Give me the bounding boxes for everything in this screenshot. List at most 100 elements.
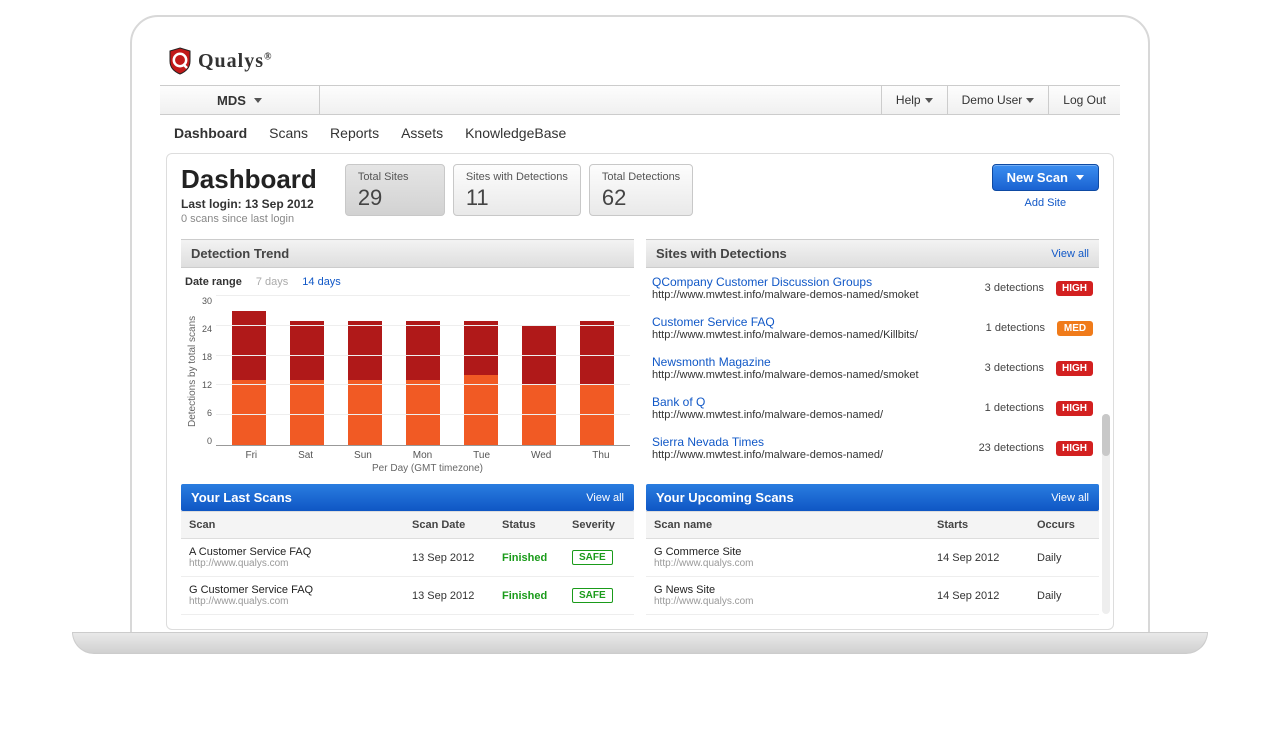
bar-sat[interactable] [290,296,324,445]
detection-site-link[interactable]: Customer Service FAQ [652,315,974,329]
detection-site-link[interactable]: Sierra Nevada Times [652,435,967,449]
logout-link[interactable]: Log Out [1048,86,1120,114]
detection-row: Customer Service FAQhttp://www.mwtest.in… [646,308,1099,348]
user-menu[interactable]: Demo User [947,86,1049,114]
panel-header: Your Last Scans View all [181,484,634,511]
last-scans-panel: Your Last Scans View all Scan Scan Date … [181,484,634,615]
table-row[interactable]: A Customer Service FAQhttp://www.qualys.… [181,539,634,577]
table-row[interactable]: G News Sitehttp://www.qualys.com14 Sep 2… [646,577,1099,615]
stat-value: 11 [466,185,568,211]
app-screen: Qualys® MDS Help Demo User Log Out Dashb… [160,45,1120,630]
col-occurs: Occurs [1029,512,1099,538]
date-range-selector: Date range 7 days 14 days [181,268,634,292]
detection-trend-panel: Detection Trend Date range 7 days 14 day… [181,239,634,474]
detection-url: http://www.mwtest.info/malware-demos-nam… [652,369,973,381]
stat-cards: Total Sites29Sites with Detections11Tota… [345,164,693,216]
scan-starts: 14 Sep 2012 [929,583,1029,609]
tab-dashboard[interactable]: Dashboard [174,125,247,141]
stat-card[interactable]: Total Detections62 [589,164,693,216]
range-14-days[interactable]: 14 days [302,276,341,288]
view-all-link[interactable]: View all [586,492,624,504]
detection-row: Bank of Qhttp://www.mwtest.info/malware-… [646,388,1099,428]
detection-url: http://www.mwtest.info/malware-demos-nam… [652,289,973,301]
upper-panels: Detection Trend Date range 7 days 14 day… [181,239,1099,474]
detection-row: QCompany Customer Discussion Groupshttp:… [646,268,1099,308]
bar-tue[interactable] [464,296,498,445]
header-row: Dashboard Last login: 13 Sep 2012 0 scan… [181,164,1099,225]
tab-reports[interactable]: Reports [330,125,379,141]
detection-count: 3 detections [985,362,1044,374]
detections-list: QCompany Customer Discussion Groupshttp:… [646,268,1099,468]
caret-down-icon [1026,98,1034,103]
col-scan-name: Scan name [646,512,929,538]
scans-since-login: 0 scans since last login [181,213,317,225]
tab-knowledgebase[interactable]: KnowledgeBase [465,125,566,141]
detection-site-link[interactable]: Newsmonth Magazine [652,355,973,369]
scan-url: http://www.qualys.com [189,558,396,569]
stat-label: Total Detections [602,171,680,183]
chart-plot-area [216,296,630,446]
page-well: Dashboard Last login: 13 Sep 2012 0 scan… [166,153,1114,630]
table-row[interactable]: G Customer Service FAQhttp://www.qualys.… [181,577,634,615]
new-scan-button[interactable]: New Scan [992,164,1099,191]
scan-name: A Customer Service FAQ [189,546,396,558]
scan-date: 13 Sep 2012 [404,583,494,609]
severity-badge: SAFE [572,550,613,565]
bar-mon[interactable] [406,296,440,445]
scan-url: http://www.qualys.com [189,596,396,607]
upcoming-scans-rows: G Commerce Sitehttp://www.qualys.com14 S… [646,539,1099,615]
view-all-link[interactable]: View all [1051,492,1089,504]
tab-assets[interactable]: Assets [401,125,443,141]
scan-url: http://www.qualys.com [654,558,921,569]
tab-scans[interactable]: Scans [269,125,308,141]
brand-row: Qualys® [160,45,1120,85]
detection-url: http://www.mwtest.info/malware-demos-nam… [652,329,974,341]
bar-fri[interactable] [232,296,266,445]
scan-date: 13 Sep 2012 [404,545,494,571]
last-scans-rows: A Customer Service FAQhttp://www.qualys.… [181,539,634,615]
severity-badge: HIGH [1056,401,1093,416]
stat-card[interactable]: Total Sites29 [345,164,445,216]
severity-badge: MED [1057,321,1093,336]
help-menu[interactable]: Help [881,86,947,114]
scan-status: Finished [502,552,547,564]
stat-label: Total Sites [358,171,432,183]
view-all-link[interactable]: View all [1051,248,1089,260]
stat-card[interactable]: Sites with Detections11 [453,164,581,216]
brand-name: Qualys® [198,50,273,73]
bar-wed[interactable] [522,296,556,445]
scan-url: http://www.qualys.com [654,596,921,607]
yaxis-label: Detections by total scans [185,296,200,446]
qualys-shield-icon [168,47,192,75]
bar-thu[interactable] [580,296,614,445]
caret-down-icon [1076,175,1084,180]
sites-with-detections-panel: Sites with Detections View all QCompany … [646,239,1099,474]
scrollbar-thumb[interactable] [1102,414,1110,456]
severity-badge: HIGH [1056,361,1093,376]
detection-site-link[interactable]: Bank of Q [652,395,973,409]
scrollbar[interactable] [1102,414,1110,614]
detection-count: 1 detections [986,322,1045,334]
add-site-link[interactable]: Add Site [992,197,1099,209]
scan-starts: 14 Sep 2012 [929,545,1029,571]
table-header: Scan name Starts Occurs [646,511,1099,539]
main-tabs: Dashboard Scans Reports Assets KnowledgeBase [160,115,1120,153]
caret-down-icon [925,98,933,103]
xaxis-label: Per Day (GMT timezone) [221,463,634,474]
panel-header: Your Upcoming Scans View all [646,484,1099,511]
scan-name: G Customer Service FAQ [189,584,396,596]
detection-url: http://www.mwtest.info/malware-demos-nam… [652,409,973,421]
scan-name: G Commerce Site [654,546,921,558]
range-7-days[interactable]: 7 days [256,276,288,288]
severity-badge: HIGH [1056,441,1093,456]
trend-chart: Detections by total scans 3024181260 [181,292,634,446]
yaxis-ticks: 3024181260 [200,296,216,446]
date-range-label: Date range [185,276,242,288]
product-selector[interactable]: MDS [160,86,320,114]
table-row[interactable]: G Commerce Sitehttp://www.qualys.com 14 S… [646,539,1099,577]
col-scan: Scan [181,512,404,538]
bar-sun[interactable] [348,296,382,445]
panel-header: Detection Trend [181,239,634,268]
detection-site-link[interactable]: QCompany Customer Discussion Groups [652,275,973,289]
detection-row: Newsmonth Magazinehttp://www.mwtest.info… [646,348,1099,388]
